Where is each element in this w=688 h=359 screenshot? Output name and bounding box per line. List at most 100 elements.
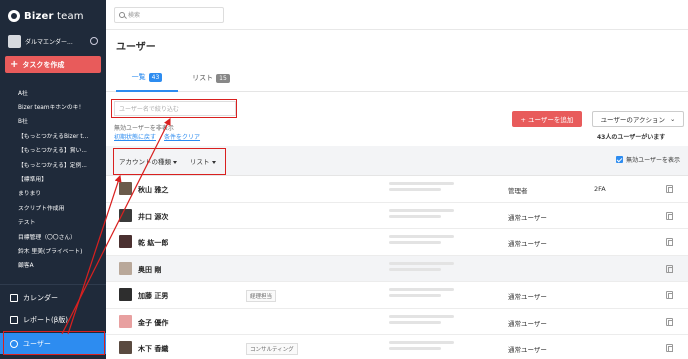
- sidebar-project-item[interactable]: 鈴木 里美(プライベート): [0, 243, 106, 257]
- filter-links: 初期状態に戻す 条件をクリア: [114, 132, 200, 141]
- sidebar-project-item[interactable]: 顧客A: [0, 258, 106, 272]
- sidebar-project-item[interactable]: 【もっとつかえる】賞い...: [0, 143, 106, 157]
- copy-icon[interactable]: [666, 264, 673, 273]
- user-role: 管理者: [508, 187, 528, 195]
- user-table: 秋山 雅之 管理者 2FA 井口 源次 通常ユーザー乾 紘一郎 通常ユーザー 奥田 剛加藤 …: [106, 176, 688, 359]
- profile-name: ダルマエンダー...: [25, 38, 73, 46]
- show-inactive-checkbox[interactable]: 無効ユーザーを表示: [616, 155, 680, 164]
- report-label: レポート(β版): [23, 316, 68, 324]
- reset-link[interactable]: 初期状態に戻す: [114, 132, 156, 141]
- tab-list-all[interactable]: 一覧 43: [116, 64, 178, 92]
- table-row[interactable]: 秋山 雅之 管理者 2FA: [106, 176, 688, 203]
- user-name[interactable]: 秋山 雅之: [138, 185, 168, 195]
- show-inactive-label: 無効ユーザーを表示: [626, 157, 680, 164]
- avatar: [119, 261, 132, 275]
- user-role: 通常ユーザー: [508, 293, 547, 301]
- project-list: A社 Bizer teamキホンのキ！ B社 【もっとつかえるBizer t..…: [0, 79, 106, 272]
- user-name[interactable]: 井口 源次: [138, 212, 168, 222]
- sidebar-project-item[interactable]: テスト: [0, 215, 106, 229]
- global-search-input[interactable]: 検索: [114, 6, 224, 23]
- search-icon: [119, 11, 125, 18]
- tab-bar: 一覧 43 リスト 15: [106, 64, 688, 92]
- user-role: 通常ユーザー: [508, 240, 547, 248]
- avatar: [119, 208, 132, 222]
- user-email-blurred: [389, 208, 454, 222]
- sidebar-project-item[interactable]: 目標管理（〇〇さん）: [0, 229, 106, 243]
- table-row[interactable]: 加藤 正男 経理担当 通常ユーザー: [106, 282, 688, 309]
- chevron-down-icon: ⌄: [670, 115, 676, 123]
- user-tag: 経理担当: [246, 290, 277, 302]
- user-email-blurred: [389, 314, 454, 328]
- avatar: [119, 235, 132, 248]
- profile[interactable]: ダルマエンダー...: [0, 30, 106, 52]
- user-action-dropdown[interactable]: ユーザーのアクション ⌄: [592, 111, 684, 127]
- user-email-blurred: [389, 341, 454, 354]
- sidebar-item-report[interactable]: レポート(β版): [0, 310, 106, 330]
- user-role: 通常ユーザー: [508, 346, 547, 354]
- checkbox-checked-icon: [616, 156, 624, 163]
- table-row[interactable]: 奥田 剛: [106, 255, 688, 282]
- sidebar-project-item[interactable]: 【もっとつかえるBizer t...: [0, 128, 106, 142]
- search-placeholder: 検索: [128, 12, 141, 19]
- user-tag: コンサルティング: [246, 343, 298, 355]
- tab-label: リスト: [192, 74, 214, 82]
- user-role: 通常ユーザー: [508, 213, 547, 222]
- copy-icon[interactable]: [666, 344, 673, 352]
- clear-conditions-link[interactable]: 条件をクリア: [164, 132, 200, 141]
- user-name[interactable]: 木下 香織: [138, 344, 168, 354]
- report-icon: [10, 316, 18, 324]
- table-row[interactable]: 木下 香織 コンサルティング 通常ユーザー: [106, 335, 688, 359]
- table-row[interactable]: 金子 優作 通常ユーザー: [106, 309, 688, 335]
- user-name[interactable]: 奥田 剛: [138, 265, 161, 275]
- sidebar-item-calendar[interactable]: カレンダー: [0, 288, 106, 308]
- hide-inactive-toggle[interactable]: 無効ユーザーを非表示: [114, 123, 174, 132]
- logo-icon: [8, 10, 20, 22]
- sidebar-project-item[interactable]: スクリプト作成用: [0, 200, 106, 214]
- user-name[interactable]: 乾 紘一郎: [138, 238, 168, 248]
- sidebar-project-item[interactable]: 【もっとつかえる】定例...: [0, 157, 106, 171]
- table-row[interactable]: 乾 紘一郎 通常ユーザー: [106, 229, 688, 256]
- gear-icon[interactable]: [90, 37, 98, 45]
- user-role: 通常ユーザー: [508, 319, 547, 328]
- count-badge: 43: [148, 72, 163, 82]
- brand-name-light: team: [53, 10, 84, 22]
- avatar: [119, 314, 132, 328]
- sidebar: Bizer team ダルマエンダー... + タスクを作成 A社 Bizer …: [0, 0, 106, 359]
- create-task-button[interactable]: + タスクを作成: [5, 56, 101, 73]
- annotation-box: [111, 99, 237, 118]
- user-name[interactable]: 金子 優作: [138, 318, 168, 328]
- create-task-label: タスクを作成: [22, 60, 65, 69]
- copy-icon[interactable]: [666, 238, 673, 246]
- tab-lists[interactable]: リスト 15: [186, 64, 236, 92]
- add-user-button[interactable]: + ユーザーを追加: [512, 111, 582, 127]
- sidebar-project-item[interactable]: A社: [0, 85, 106, 99]
- copy-icon[interactable]: [666, 211, 673, 220]
- avatar: [119, 182, 132, 195]
- main-content: 検索 ユーザー 一覧 43 リスト 15 ユーザー名で絞り込む 無効ユーザーを非…: [106, 0, 688, 359]
- user-name[interactable]: 加藤 正男: [138, 291, 168, 301]
- sidebar-project-item[interactable]: まりまり: [0, 186, 106, 200]
- user-email-blurred: [389, 261, 454, 275]
- calendar-label: カレンダー: [23, 294, 58, 302]
- user-email-blurred: [389, 182, 454, 195]
- count-badge: 15: [216, 73, 230, 83]
- copy-icon[interactable]: [666, 291, 673, 299]
- brand-logo[interactable]: Bizer team: [0, 0, 106, 30]
- top-bar: 検索: [106, 0, 688, 30]
- avatar: [119, 341, 132, 354]
- user-email-blurred: [389, 235, 454, 248]
- sidebar-project-item[interactable]: 【標準用】: [0, 171, 106, 185]
- calendar-icon: [10, 294, 18, 302]
- sidebar-divider: [0, 284, 106, 285]
- copy-icon[interactable]: [666, 185, 673, 193]
- sidebar-project-item[interactable]: Bizer teamキホンのキ！: [0, 99, 106, 113]
- table-row[interactable]: 井口 源次 通常ユーザー: [106, 203, 688, 229]
- sidebar-project-item[interactable]: B社: [0, 114, 106, 128]
- brand-name-bold: Bizer: [24, 10, 54, 22]
- copy-icon[interactable]: [666, 317, 673, 326]
- avatar: [119, 288, 132, 301]
- annotation-box: [3, 331, 105, 355]
- tab-label: 一覧: [131, 73, 146, 81]
- plus-icon: +: [10, 58, 19, 70]
- user-count: 43人のユーザーがいます: [597, 134, 666, 141]
